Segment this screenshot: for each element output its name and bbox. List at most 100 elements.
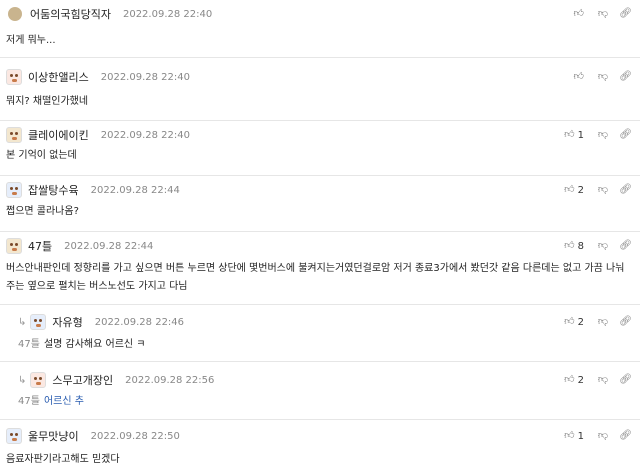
link-icon: 🔗︎ [619, 8, 632, 19]
avatar[interactable] [6, 69, 22, 85]
comment-item: 울무맛냥이 2022.09.28 22:50 👍︎ 1 👎︎ 🔗︎ 음료자판기라고… [0, 420, 640, 470]
comment-body: 쩝으면 콜라나옴? [6, 206, 79, 217]
link-icon: 🔗︎ [619, 129, 632, 140]
reply-arrow-icon: ↳ [18, 374, 27, 386]
share-link-button[interactable]: 🔗︎ [612, 241, 632, 251]
dislike-button[interactable]: 👎︎ [588, 241, 608, 251]
reply-body: 47틀 설명 감사해요 어르신 ㅋ [18, 336, 638, 354]
like-button[interactable]: 👍︎ 8 [558, 241, 584, 252]
like-count: 2 [577, 184, 584, 196]
thumbs-down-icon: 👎︎ [597, 374, 608, 385]
like-button[interactable]: 👍︎ 1 [558, 130, 584, 141]
timestamp: 2022.09.28 22:40 [100, 129, 190, 141]
reply-body: 47틀 어르신 추 [18, 393, 638, 411]
reply-arrow-icon: ↳ [18, 316, 27, 328]
like-button[interactable]: 👍︎ 2 [558, 375, 584, 386]
comment-item: 이상한앨리스 2022.09.28 22:40 👍︎ 👎︎ 🔗︎ 뭐지? 채떨인… [0, 63, 640, 121]
timestamp: 2022.09.28 22:46 [94, 316, 185, 328]
nickname[interactable]: 클레이에이킨 [28, 127, 89, 143]
nickname[interactable]: 47틀 [28, 238, 52, 254]
like-button[interactable]: 👍︎ 2 [558, 317, 584, 328]
comment-item: 어둠의국힘당직자 2022.09.28 22:40 👍︎ 👎︎ 🔗︎ 저게 뭐누… [0, 4, 640, 58]
link-icon: 🔗︎ [619, 240, 632, 251]
share-link-button[interactable]: 🔗︎ [612, 317, 632, 327]
avatar[interactable] [30, 372, 47, 388]
dislike-button[interactable]: 👎︎ [588, 9, 608, 19]
reply-text: 어르신 추 [43, 396, 84, 407]
reply-item: ↳ 자유형 2022.09.28 22:46 👍︎ 2 👎︎ 🔗︎ 47틀 설명 감… [0, 306, 640, 362]
dislike-button[interactable]: 👎︎ [588, 130, 608, 140]
thumbs-down-icon: 👎︎ [597, 240, 608, 251]
timestamp: 2022.09.28 22:50 [90, 430, 180, 442]
avatar[interactable] [6, 182, 22, 198]
comment-item: 잡쌀탕수육 2022.09.28 22:44 👍︎ 2 👎︎ 🔗︎ 쩝으면 콜라나… [0, 176, 640, 232]
link-icon: 🔗︎ [619, 430, 632, 441]
timestamp: 2022.09.28 22:40 [122, 8, 213, 20]
like-button[interactable]: 👍︎ 1 [558, 431, 584, 442]
share-link-button[interactable]: 🔗︎ [612, 9, 632, 19]
like-count: 8 [577, 240, 584, 252]
thumbs-up-icon: 👍︎ [564, 184, 575, 195]
like-count: 2 [577, 374, 584, 386]
comment-body: 뭐지? 채떨인가했네 [6, 96, 89, 107]
thumbs-up-icon: 👍︎ [564, 129, 575, 140]
thumbs-down-icon: 👎︎ [597, 430, 608, 441]
avatar[interactable] [8, 7, 22, 21]
comment-body: 버스안내판인데 정향리를 가고 싶으면 버튼 누르면 상단에 몇번버스에 불켜지… [6, 263, 625, 292]
comment-body: 본 기억이 없는데 [6, 150, 77, 161]
reply-item: ↳ 스무고개장인 2022.09.28 22:56 👍︎ 2 👎︎ 🔗︎ 47틀 어… [0, 362, 640, 420]
share-link-button[interactable]: 🔗︎ [612, 72, 632, 82]
dislike-button[interactable]: 👎︎ [588, 375, 608, 385]
share-link-button[interactable]: 🔗︎ [612, 185, 632, 195]
thumbs-down-icon: 👎︎ [597, 71, 608, 82]
thumbs-down-icon: 👎︎ [597, 129, 608, 140]
thumbs-up-icon: 👍︎ [564, 374, 575, 385]
like-button[interactable]: 👍︎ 2 [558, 185, 584, 196]
link-icon: 🔗︎ [619, 374, 632, 385]
nickname[interactable]: 잡쌀탕수육 [28, 182, 79, 198]
thumbs-down-icon: 👎︎ [597, 184, 608, 195]
timestamp: 2022.09.28 22:40 [100, 71, 190, 83]
comment-list: 어둠의국힘당직자 2022.09.28 22:40 👍︎ 👎︎ 🔗︎ 저게 뭐누… [0, 0, 640, 470]
avatar[interactable] [6, 127, 22, 143]
nickname[interactable]: 이상한앨리스 [28, 69, 89, 85]
like-button[interactable]: 👍︎ [558, 9, 584, 19]
nickname[interactable]: 어둠의국힘당직자 [30, 6, 111, 22]
avatar[interactable] [6, 238, 22, 254]
thumbs-down-icon: 👎︎ [597, 8, 608, 19]
thumbs-down-icon: 👎︎ [597, 316, 608, 327]
thumbs-up-icon: 👍︎ [564, 430, 575, 441]
comment-item: 클레이에이킨 2022.09.28 22:40 👍︎ 1 👎︎ 🔗︎ 본 기억이 … [0, 121, 640, 176]
dislike-button[interactable]: 👎︎ [588, 317, 608, 327]
like-button[interactable]: 👍︎ [558, 72, 584, 82]
timestamp: 2022.09.28 22:44 [64, 240, 154, 252]
thumbs-up-icon: 👍︎ [573, 71, 584, 82]
share-link-button[interactable]: 🔗︎ [612, 375, 632, 385]
like-count: 1 [577, 129, 584, 141]
comment-body: 저게 뭐누... [6, 35, 56, 46]
reply-target[interactable]: 47틀 [18, 339, 40, 350]
dislike-button[interactable]: 👎︎ [588, 72, 608, 82]
nickname[interactable]: 스무고개장인 [52, 372, 113, 388]
timestamp: 2022.09.28 22:44 [90, 184, 180, 196]
dislike-button[interactable]: 👎︎ [588, 431, 608, 441]
avatar[interactable] [6, 428, 22, 444]
comment-body: 음료자판기라고해도 믿겠다 [6, 454, 120, 465]
comment-item: 47틀 2022.09.28 22:44 👍︎ 8 👎︎ 🔗︎ 버스안내판인데 정… [0, 232, 640, 305]
thumbs-up-icon: 👍︎ [564, 316, 575, 327]
share-link-button[interactable]: 🔗︎ [612, 431, 632, 441]
link-icon: 🔗︎ [619, 316, 632, 327]
like-count: 2 [577, 316, 584, 328]
dislike-button[interactable]: 👎︎ [588, 185, 608, 195]
thumbs-up-icon: 👍︎ [564, 240, 575, 251]
nickname[interactable]: 울무맛냥이 [28, 428, 79, 444]
avatar[interactable] [30, 314, 47, 330]
share-link-button[interactable]: 🔗︎ [612, 130, 632, 140]
thumbs-up-icon: 👍︎ [573, 8, 584, 19]
reply-target[interactable]: 47틀 [18, 396, 40, 407]
link-icon: 🔗︎ [619, 71, 632, 82]
nickname[interactable]: 자유형 [52, 314, 82, 330]
reply-text: 설명 감사해요 어르신 ㅋ [43, 339, 146, 350]
timestamp: 2022.09.28 22:56 [125, 374, 215, 386]
like-count: 1 [577, 430, 584, 442]
